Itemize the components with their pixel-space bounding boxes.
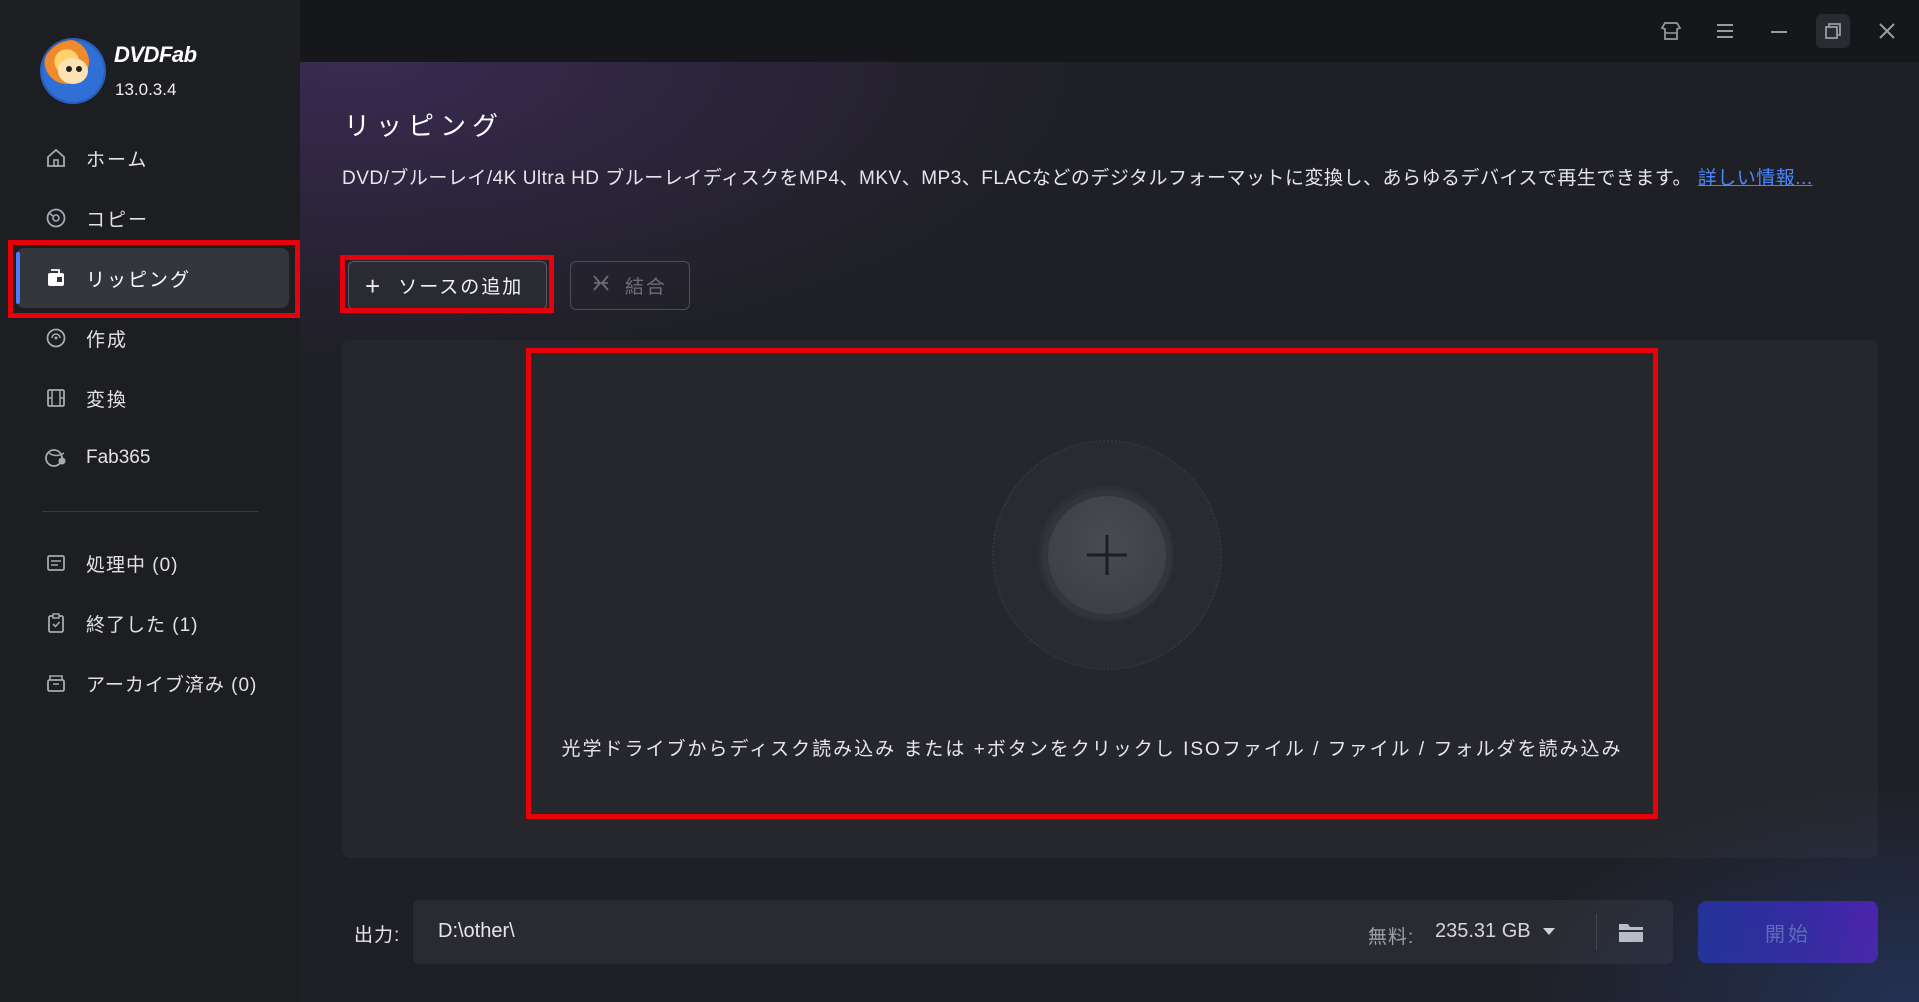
sidebar-item-convert[interactable]: 変換 xyxy=(16,368,289,428)
merge-button[interactable]: 結合 xyxy=(570,261,690,310)
fab365-icon xyxy=(44,446,68,470)
sidebar-item-finished[interactable]: 終了した (1) xyxy=(16,593,289,653)
task-list-icon xyxy=(44,551,68,575)
archive-box-icon xyxy=(44,671,68,695)
sidebar: DVDFab 13.0.3.4 ホーム コピー リッピング 作成 変換 Fab3… xyxy=(0,0,300,1002)
sidebar-item-label: コピー xyxy=(86,209,150,231)
brand-name: DVDFab xyxy=(114,42,197,67)
output-divider xyxy=(1596,914,1597,950)
sidebar-item-create[interactable]: 作成 xyxy=(16,308,289,368)
sidebar-item-label: Fab365 xyxy=(86,447,151,468)
sidebar-item-label: 処理中 (0) xyxy=(86,554,179,576)
creator-disc-icon xyxy=(44,326,68,350)
minimize-icon[interactable] xyxy=(1762,14,1796,48)
add-source-circle-button[interactable] xyxy=(1048,496,1166,614)
sidebar-item-copy[interactable]: コピー xyxy=(16,188,289,248)
dvdfab-logo-icon xyxy=(42,40,104,102)
merge-icon xyxy=(591,273,611,299)
free-space-value[interactable]: 235.31 GB xyxy=(1435,920,1531,943)
output-label: 出力: xyxy=(354,925,401,946)
disc-copy-icon xyxy=(44,206,68,230)
skin-icon[interactable] xyxy=(1654,14,1688,48)
plus-icon: + xyxy=(365,270,383,301)
main-panel: リッピング DVD/ブルーレイ/4K Ultra HD ブルーレイディスクをMP… xyxy=(300,0,1919,1002)
sidebar-item-label: アーカイブ済み (0) xyxy=(86,674,258,696)
sidebar-item-ripping[interactable]: リッピング xyxy=(16,248,289,308)
film-icon xyxy=(44,386,68,410)
add-source-button[interactable]: + ソースの追加 xyxy=(348,261,547,310)
sidebar-item-label: リッピング xyxy=(86,269,192,291)
sidebar-item-processing[interactable]: 処理中 (0) xyxy=(16,533,289,593)
sidebar-item-label: 変換 xyxy=(86,389,129,411)
folder-icon[interactable] xyxy=(1616,918,1646,946)
close-icon[interactable] xyxy=(1870,14,1904,48)
merge-label: 結合 xyxy=(625,277,668,298)
add-source-label: ソースの追加 xyxy=(398,277,524,298)
sidebar-item-archived[interactable]: アーカイブ済み (0) xyxy=(16,653,289,713)
page-title: リッピング xyxy=(344,111,505,141)
free-space-label: 無料: xyxy=(1368,927,1415,948)
description-text: DVD/ブルーレイ/4K Ultra HD ブルーレイディスクをMP4、MKV、… xyxy=(342,168,1693,189)
chevron-down-icon[interactable] xyxy=(1543,928,1555,935)
start-button[interactable]: 開始 xyxy=(1698,901,1878,963)
restore-icon[interactable] xyxy=(1816,14,1850,48)
home-icon xyxy=(44,146,68,170)
page-description: DVD/ブルーレイ/4K Ultra HD ブルーレイディスクをMP4、MKV、… xyxy=(342,164,1902,193)
large-plus-icon xyxy=(1087,535,1127,575)
sidebar-item-label: 終了した (1) xyxy=(86,614,199,636)
app-version: 13.0.3.4 xyxy=(115,80,177,99)
title-bar xyxy=(300,0,1919,62)
more-info-link[interactable]: 詳しい情報... xyxy=(1698,168,1813,189)
menu-icon[interactable] xyxy=(1708,14,1742,48)
sidebar-divider xyxy=(42,511,258,512)
output-path-value: D:\other\ xyxy=(438,920,515,942)
ripper-icon xyxy=(44,266,68,290)
clipboard-check-icon xyxy=(44,611,68,635)
sidebar-item-fab365[interactable]: Fab365 xyxy=(16,428,289,488)
drop-zone-hint: 光学ドライブからディスク読み込み または +ボタンをクリックし ISOファイル … xyxy=(561,739,1623,760)
sidebar-item-label: ホーム xyxy=(86,149,149,171)
sidebar-item-label: 作成 xyxy=(86,329,129,351)
sidebar-item-home[interactable]: ホーム xyxy=(16,128,289,188)
